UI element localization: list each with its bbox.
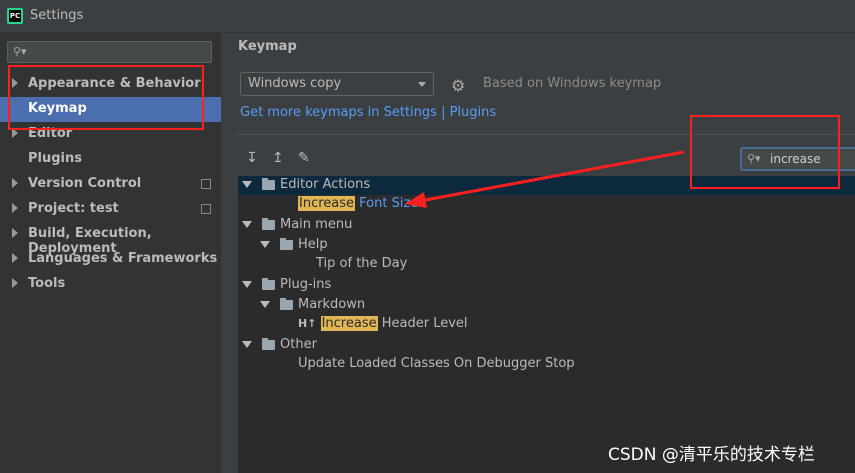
watermark: CSDN @清平乐的技术专栏	[608, 445, 815, 465]
annotation-arrow	[405, 150, 685, 208]
